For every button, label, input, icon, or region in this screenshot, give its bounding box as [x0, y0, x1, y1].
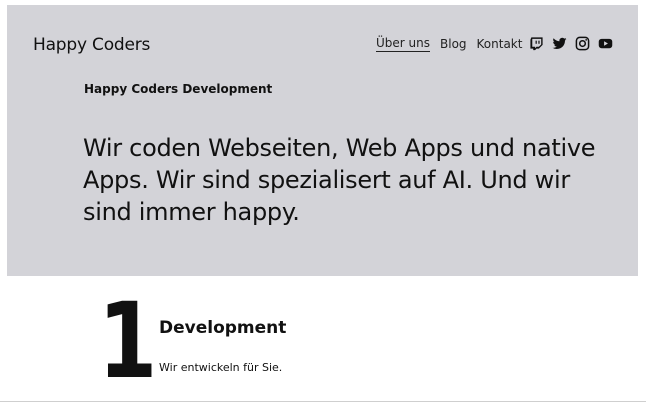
twitter-icon[interactable] — [551, 35, 567, 51]
feature-title: Development — [159, 318, 287, 338]
youtube-icon[interactable] — [597, 35, 613, 51]
instagram-icon-graphic — [575, 36, 589, 50]
feature-number: 1 — [98, 280, 158, 402]
hero-section: Happy Coders Über uns Blog Kontakt Happy… — [7, 5, 638, 276]
nav-item-kontakt[interactable]: Kontakt — [477, 37, 523, 51]
social-links — [528, 35, 613, 51]
hero-headline: Wir coden Webseiten, Web Apps und native… — [83, 134, 596, 226]
twitch-icon-graphic — [529, 36, 543, 50]
divider — [0, 401, 646, 402]
youtube-icon-graphic — [598, 38, 612, 48]
main-nav: Über uns Blog Kontakt — [376, 36, 522, 52]
twitch-icon[interactable] — [528, 35, 544, 51]
nav-item-ueber-uns[interactable]: Über uns — [376, 36, 430, 52]
site-title[interactable]: Happy Coders — [33, 35, 150, 55]
nav-item-blog[interactable]: Blog — [440, 37, 467, 51]
hero-tagline: Happy Coders Development — [84, 82, 273, 96]
twitter-icon-graphic — [551, 37, 567, 49]
feature-text: Wir entwickeln für Sie. — [159, 361, 283, 374]
instagram-icon[interactable] — [574, 35, 590, 51]
